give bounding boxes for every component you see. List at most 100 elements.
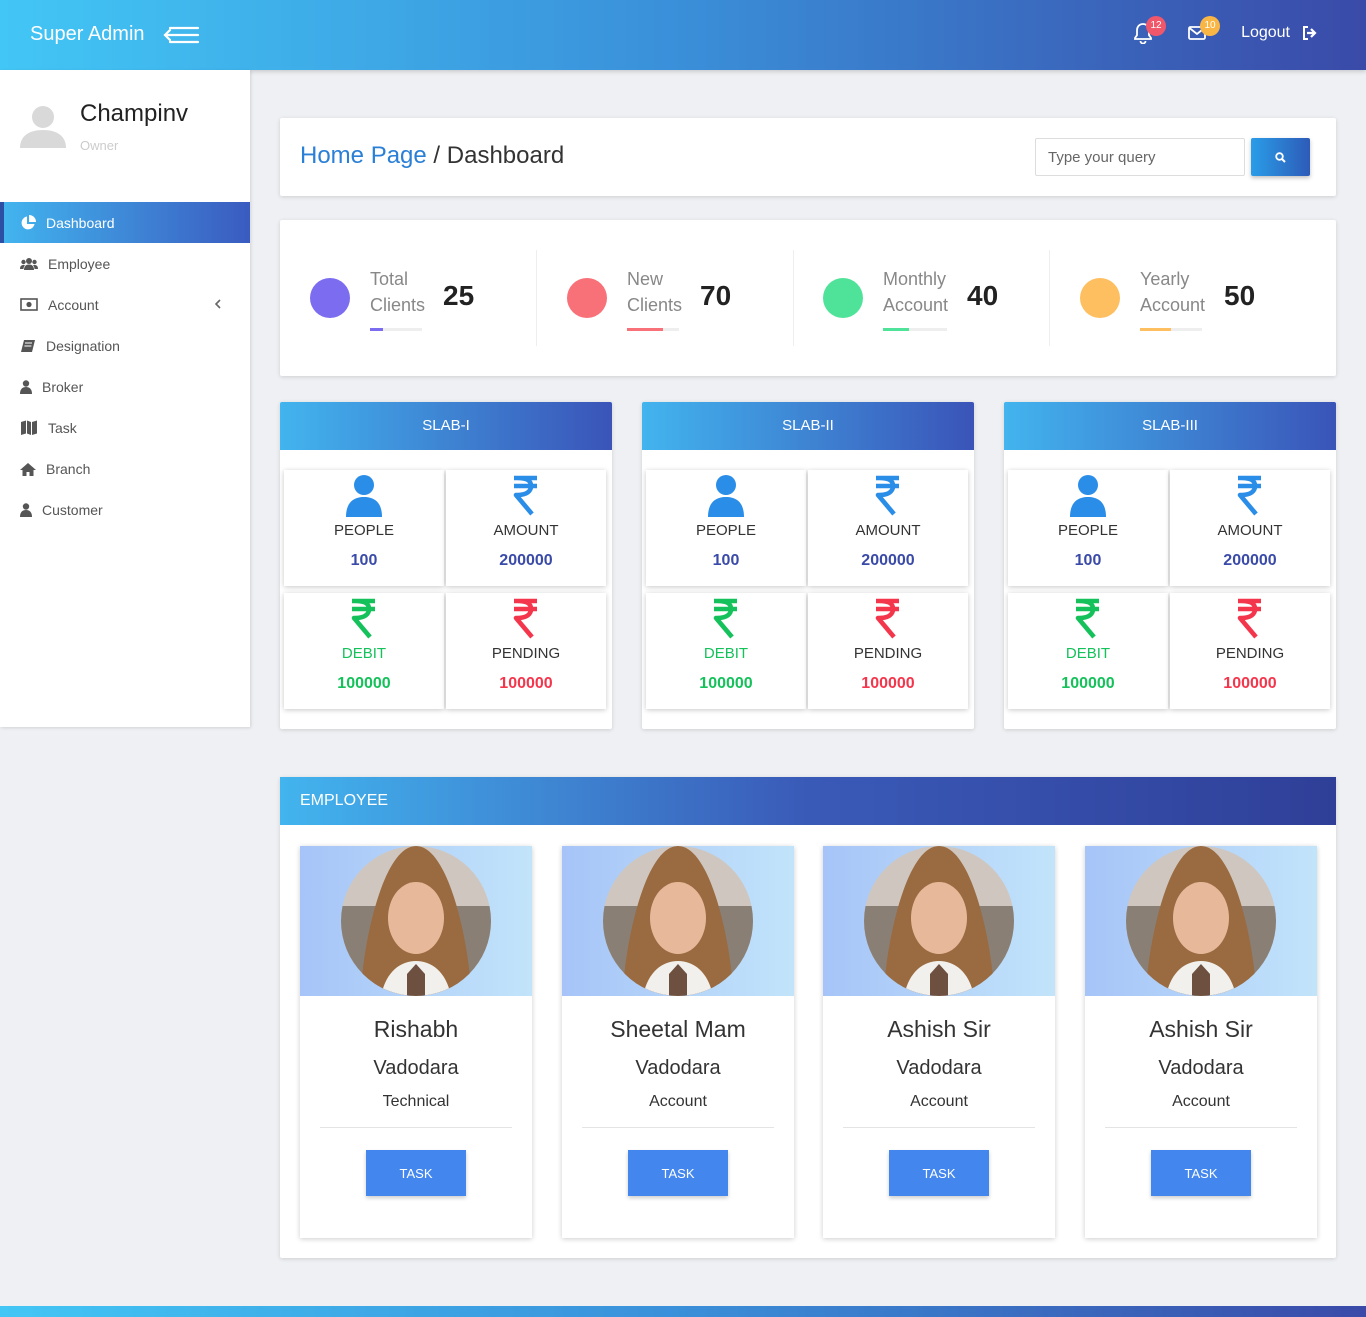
slab-amount-tile[interactable]: AMOUNT 200000: [446, 470, 606, 586]
notifications-button[interactable]: 12: [1133, 16, 1167, 45]
slab-debit-tile[interactable]: DEBIT 100000: [1008, 593, 1168, 709]
sidebar-item-label: Designation: [46, 337, 120, 354]
stat-yearly-account[interactable]: Yearly Account 50: [1050, 250, 1307, 346]
employee-city: Vadodara: [635, 1057, 721, 1079]
employee-photo: [603, 846, 753, 996]
brand-title[interactable]: Super Admin: [30, 23, 145, 46]
logout-button[interactable]: Logout: [1241, 24, 1318, 42]
slab-debit-label: DEBIT: [341, 645, 387, 662]
slab-pending-tile[interactable]: PENDING 100000: [808, 593, 968, 709]
user-icon: [1070, 475, 1106, 517]
rupee-icon: [1075, 598, 1099, 639]
slab-card: SLAB-I PEOPLE 100 AMOUNT 200000 DEBIT 10…: [280, 402, 612, 729]
slab-debit-label: DEBIT: [703, 645, 749, 662]
task-button[interactable]: TASK: [366, 1150, 466, 1196]
employee-name: Rishabh: [373, 1016, 459, 1042]
task-button[interactable]: TASK: [628, 1150, 728, 1196]
rupee-icon: [513, 598, 537, 639]
profile-role: Owner: [80, 138, 119, 153]
stat-total-clients[interactable]: Total Clients 25: [280, 250, 537, 346]
task-button[interactable]: TASK: [1151, 1150, 1251, 1196]
chevron-left-icon: [214, 299, 221, 309]
slab-debit-tile[interactable]: DEBIT 100000: [284, 593, 444, 709]
employee-photo: [864, 846, 1014, 996]
rupee-icon: [351, 598, 375, 639]
menu-toggle-icon[interactable]: [162, 24, 200, 46]
sidebar-item-employee[interactable]: Employee: [0, 243, 250, 284]
search-icon: [1275, 151, 1286, 163]
slab-people-label: PEOPLE: [1057, 522, 1119, 539]
pie-chart-icon: [21, 214, 36, 229]
slab-amount-tile[interactable]: AMOUNT 200000: [1170, 470, 1330, 586]
slab-debit-label: DEBIT: [1065, 645, 1111, 662]
employee-city: Vadodara: [1158, 1057, 1244, 1079]
stat-label: New Clients: [627, 269, 683, 315]
slab-people-value: 100: [350, 552, 378, 569]
sidebar-item-branch[interactable]: Branch: [0, 448, 250, 489]
slab-debit-value: 100000: [1061, 675, 1115, 692]
slab-pending-label: PENDING: [491, 645, 561, 662]
slab-debit-value: 100000: [337, 675, 391, 692]
slab-title: SLAB-III: [1004, 402, 1336, 450]
slab-grid: PEOPLE 100 AMOUNT 200000 DEBIT 100000 PE…: [284, 470, 608, 710]
breadcrumb-home-link[interactable]: Home Page: [300, 142, 427, 169]
users-icon: [20, 257, 38, 270]
slab-pending-tile[interactable]: PENDING 100000: [446, 593, 606, 709]
divider: [1105, 1127, 1297, 1128]
slab-debit-tile[interactable]: DEBIT 100000: [646, 593, 806, 709]
slab-amount-value: 200000: [861, 552, 915, 569]
task-button[interactable]: TASK: [889, 1150, 989, 1196]
user-icon: [346, 475, 382, 517]
sidebar-item-account[interactable]: Account: [0, 284, 250, 325]
stat-new-clients[interactable]: New Clients 70: [537, 250, 794, 346]
employee-department: Technical: [382, 1093, 450, 1110]
employee-photo: [1126, 846, 1276, 996]
user-icon: [20, 379, 32, 394]
sidebar-item-dashboard[interactable]: Dashboard: [0, 202, 250, 243]
breadcrumb: Home Page / Dashboard: [300, 142, 564, 170]
slab-amount-value: 200000: [499, 552, 553, 569]
slab-pending-label: PENDING: [853, 645, 923, 662]
sidebar-item-customer[interactable]: Customer: [0, 489, 250, 530]
slab-amount-tile[interactable]: AMOUNT 200000: [808, 470, 968, 586]
rupee-icon: [875, 475, 899, 516]
employee-name: Sheetal Mam: [610, 1016, 746, 1042]
sidebar-item-designation[interactable]: Designation: [0, 325, 250, 366]
user-icon: [20, 502, 32, 517]
slab-pending-value: 100000: [861, 675, 915, 692]
employee-section: EMPLOYEE Rishabh Vadodara Technical TASK…: [280, 777, 1336, 1258]
sidebar-item-broker[interactable]: Broker: [0, 366, 250, 407]
stat-label: Total Clients: [370, 269, 426, 315]
slab-pending-tile[interactable]: PENDING 100000: [1170, 593, 1330, 709]
logout-label: Logout: [1241, 24, 1290, 41]
sidebar-item-label: Branch: [46, 460, 91, 477]
footer-bar: [0, 1306, 1366, 1317]
sidebar-item-label: Employee: [48, 255, 111, 272]
stat-label: Monthly Account: [883, 269, 949, 315]
messages-button[interactable]: 10: [1187, 16, 1221, 44]
sidebar-item-label: Task: [48, 419, 77, 436]
sidebar-item-task[interactable]: Task: [0, 407, 250, 448]
employee-name: Ashish Sir: [1149, 1016, 1253, 1042]
slab-people-tile[interactable]: PEOPLE 100: [284, 470, 444, 586]
slab-people-label: PEOPLE: [695, 522, 757, 539]
slab-people-tile[interactable]: PEOPLE 100: [1008, 470, 1168, 586]
slab-grid: PEOPLE 100 AMOUNT 200000 DEBIT 100000 PE…: [646, 470, 970, 710]
stat-progress: [1140, 328, 1202, 331]
stat-dot: [1080, 278, 1120, 318]
divider: [843, 1127, 1035, 1128]
stat-progress: [627, 328, 679, 331]
rupee-icon: [875, 598, 899, 639]
slab-people-tile[interactable]: PEOPLE 100: [646, 470, 806, 586]
slab-amount-label: AMOUNT: [1217, 522, 1283, 539]
avatar[interactable]: [18, 100, 70, 152]
employee-section-title: EMPLOYEE: [280, 777, 1336, 825]
search-input[interactable]: [1035, 138, 1245, 176]
search-button[interactable]: [1251, 138, 1310, 176]
home-icon: [20, 462, 36, 476]
employee-photo: [341, 846, 491, 996]
stat-monthly-account[interactable]: Monthly Account 40: [793, 250, 1050, 346]
slab-card: SLAB-III PEOPLE 100 AMOUNT 200000 DEBIT …: [1004, 402, 1336, 729]
slab-card: SLAB-II PEOPLE 100 AMOUNT 200000 DEBIT 1…: [642, 402, 974, 729]
employee-department: Account: [910, 1093, 968, 1110]
